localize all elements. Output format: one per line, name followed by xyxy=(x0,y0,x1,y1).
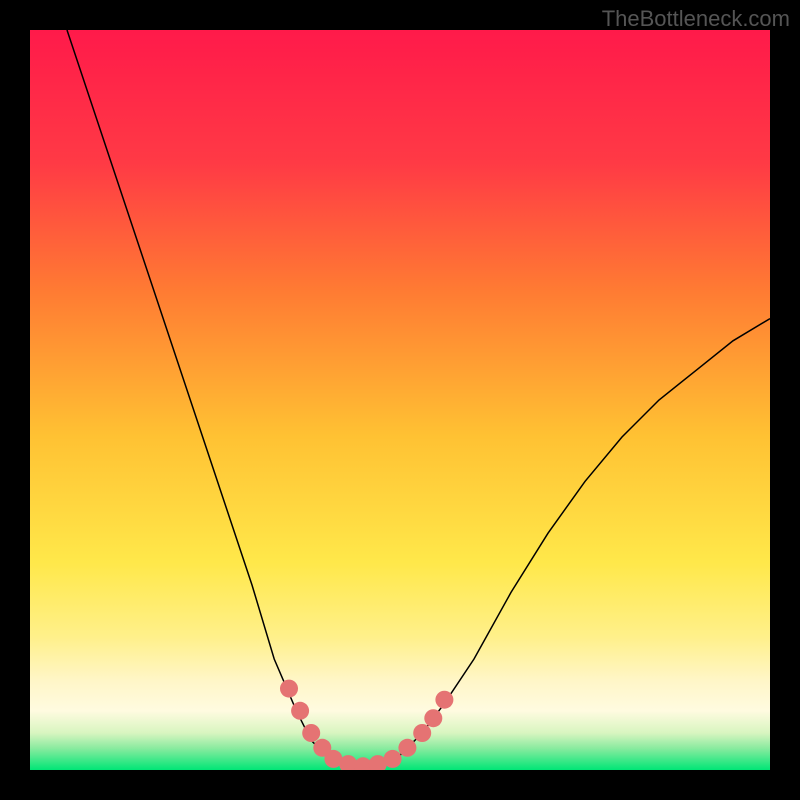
chart-plot-area xyxy=(30,30,770,770)
watermark-text: TheBottleneck.com xyxy=(602,6,790,32)
chart-svg xyxy=(30,30,770,770)
